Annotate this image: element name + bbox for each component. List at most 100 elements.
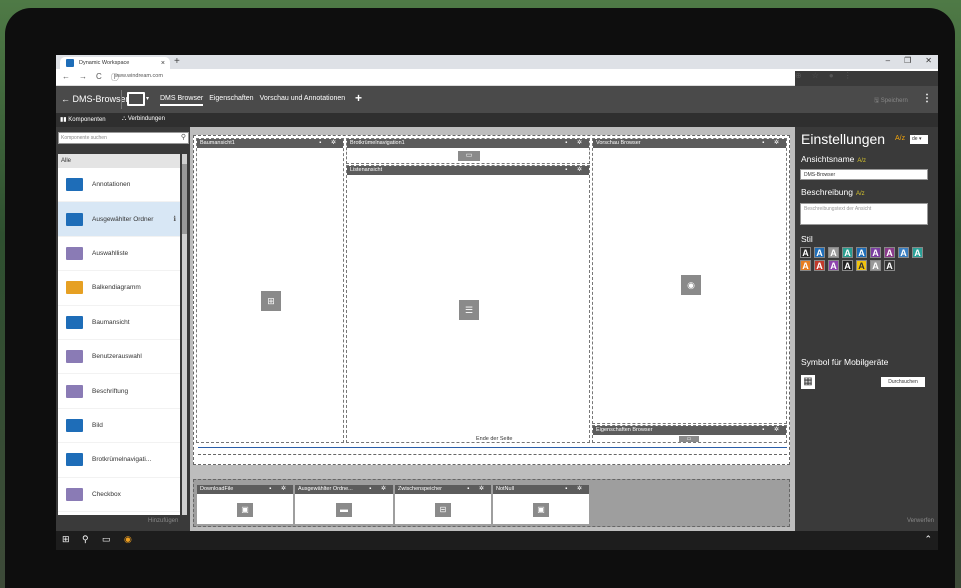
bottom-component[interactable]: Zwischenspeicher ▪ ✲ ⊟ <box>395 485 491 524</box>
tree-view-component[interactable]: Baumansicht1 ▪ ✲ ⊞ <box>196 138 344 443</box>
more-menu-icon[interactable]: ⋮ <box>922 93 932 104</box>
properties-browser-component[interactable]: Eigenschaften Browser ▪ ✲ ▭ <box>592 425 787 443</box>
component-actions[interactable]: ▪ ✲ <box>467 485 488 494</box>
taskbar: ⊞ ⚲ ▭ ◉ ⌃ <box>56 531 938 550</box>
minimize-icon[interactable]: – <box>886 56 890 65</box>
label-icon <box>66 384 83 398</box>
components-tab[interactable]: ▮▮ Komponenten <box>60 116 106 123</box>
style-swatch[interactable]: A <box>828 260 839 271</box>
start-icon[interactable]: ⊞ <box>62 534 70 545</box>
component-actions[interactable]: ▪ ✲ <box>565 485 586 494</box>
category-header[interactable]: Alle <box>58 154 180 168</box>
component-title: Ausgewählter Ordne... <box>298 486 353 492</box>
close-window-icon[interactable]: ✕ <box>925 56 932 65</box>
list-item[interactable]: Benutzerauswahl <box>58 340 180 375</box>
component-actions[interactable]: ▪ ✲ <box>269 485 290 494</box>
breadcrumb-icon <box>66 453 83 467</box>
bottom-component[interactable]: DownloadFile ▪ ✲ ▣ <box>197 485 293 524</box>
view-name-input[interactable]: DMS-Browser <box>800 169 928 180</box>
list-item[interactable]: Bild <box>58 409 180 444</box>
component-actions[interactable]: ▪ ✲ <box>762 426 783 435</box>
style-swatch[interactable]: A <box>884 260 895 271</box>
tab-dms-browser[interactable]: DMS Browser <box>160 95 204 106</box>
translate-icon[interactable]: A/z <box>895 135 905 142</box>
description-label: Beschreibung A/z <box>801 187 865 197</box>
toolbar-divider <box>121 90 122 109</box>
style-swatch[interactable]: A <box>884 247 895 258</box>
list-view-component[interactable]: Listenansicht ▪ ✲ ☰ <box>346 165 590 443</box>
translate-name-icon[interactable]: A/z <box>857 158 866 164</box>
address-bar: ← → C ⓘ www.windream.com ⊕ ☆ ● ⋮ <box>56 69 938 475</box>
component-actions[interactable]: ▪ ✲ <box>762 139 783 148</box>
save-button[interactable]: 🖫 Speichern <box>874 96 908 106</box>
style-swatches: A A A A A A A A AA A A A A A A <box>800 247 934 273</box>
style-swatch[interactable]: A <box>898 247 909 258</box>
style-swatch[interactable]: A <box>870 247 881 258</box>
list-scrollbar[interactable] <box>182 154 187 515</box>
component-title: NotNull <box>496 486 515 492</box>
add-component-button[interactable]: Hinzufügen <box>148 518 178 524</box>
new-tab-button[interactable]: + <box>174 56 180 67</box>
list-item[interactable]: Baumansicht <box>58 306 180 340</box>
component-title: Brotkrümelnavigation1 <box>350 140 405 146</box>
layout-canvas: Baumansicht1 ▪ ✲ ⊞ Brotkrümelnavigation1 ▪… <box>190 127 795 531</box>
search-icon[interactable]: ⚲ <box>181 133 186 141</box>
style-swatch[interactable]: A <box>912 247 923 258</box>
style-swatch[interactable]: A <box>800 247 811 258</box>
list-item[interactable]: Ausgewählter Ordner ℹ <box>58 202 180 237</box>
style-swatch[interactable]: A <box>856 260 867 271</box>
mobile-grid-icon[interactable]: ▦ <box>801 375 815 389</box>
component-actions[interactable]: ▪ ✲ <box>319 139 340 148</box>
component-actions[interactable]: ▪ ✲ <box>369 485 390 494</box>
breadcrumb-component[interactable]: Brotkrümelnavigation1 ▪ ✲ ▭ <box>346 138 590 164</box>
browse-button[interactable]: Durchsuchen <box>881 377 925 387</box>
desktop-view-icon[interactable] <box>127 92 145 106</box>
style-swatch[interactable]: A <box>856 247 867 258</box>
bottom-component[interactable]: NotNull ▪ ✲ ▣ <box>493 485 589 524</box>
style-swatch[interactable]: A <box>842 247 853 258</box>
view-dropdown-icon[interactable]: ▾ <box>146 95 149 102</box>
list-item[interactable]: Auswahlliste <box>58 237 180 272</box>
browser-tab[interactable]: Dynamic Workspace × <box>60 57 170 69</box>
style-swatch[interactable]: A <box>870 260 881 271</box>
tray-chevron-icon[interactable]: ⌃ <box>924 534 932 545</box>
list-item[interactable]: Annotationen <box>58 168 180 203</box>
bottom-component[interactable]: Ausgewählter Ordne... ▪ ✲ ▬ <box>295 485 393 524</box>
style-swatch[interactable]: A <box>828 247 839 258</box>
taskbar-search-icon[interactable]: ⚲ <box>82 534 89 545</box>
list-item[interactable]: Beschriftung <box>58 374 180 409</box>
dropdown-icon <box>66 246 83 260</box>
description-input[interactable]: Beschreibungstext der Ansicht <box>800 203 928 225</box>
list-item[interactable]: Balkendiagramm <box>58 271 180 306</box>
user-select-icon <box>66 350 83 364</box>
maximize-icon[interactable]: ❐ <box>904 56 911 65</box>
language-select[interactable]: de ▾ <box>910 135 928 144</box>
back-button[interactable]: ← DMS-Browser <box>61 94 129 104</box>
add-view-button[interactable]: + <box>355 91 362 105</box>
forward-icon[interactable]: → <box>79 72 87 83</box>
list-item[interactable]: Brotkrümelnavigati... <box>58 443 180 478</box>
style-swatch[interactable]: A <box>814 260 825 271</box>
task-view-icon[interactable]: ▭ <box>102 534 111 545</box>
tab-vorschau[interactable]: Vorschau und Annotationen <box>260 95 346 106</box>
list-item-label: Annotationen <box>92 181 131 189</box>
scrollbar-thumb[interactable] <box>182 164 187 234</box>
preview-browser-component[interactable]: Vorschau Browser ▪ ✲ ◉ <box>592 138 787 424</box>
reload-icon[interactable]: C <box>96 72 102 83</box>
url-field[interactable]: www.windream.com <box>114 73 163 79</box>
back-icon[interactable]: ← <box>62 72 70 83</box>
component-search[interactable]: Komponente suchen ⚲ <box>58 132 189 144</box>
component-actions[interactable]: ▪ ✲ <box>565 166 586 175</box>
connections-tab[interactable]: ⛬ Verbindungen <box>122 116 165 123</box>
chrome-taskbar-icon[interactable]: ◉ <box>124 534 132 545</box>
style-swatch[interactable]: A <box>814 247 825 258</box>
info-icon[interactable]: ℹ <box>173 215 176 223</box>
tab-eigenschaften[interactable]: Eigenschaften <box>209 95 253 106</box>
component-actions[interactable]: ▪ ✲ <box>565 139 586 148</box>
style-swatch[interactable]: A <box>800 260 811 271</box>
discard-button[interactable]: Verwerfen <box>907 518 934 524</box>
list-item[interactable]: Checkbox <box>58 478 180 512</box>
style-swatch[interactable]: A <box>842 260 853 271</box>
tab-close-icon[interactable]: × <box>161 60 165 67</box>
translate-description-icon[interactable]: A/z <box>856 191 865 197</box>
